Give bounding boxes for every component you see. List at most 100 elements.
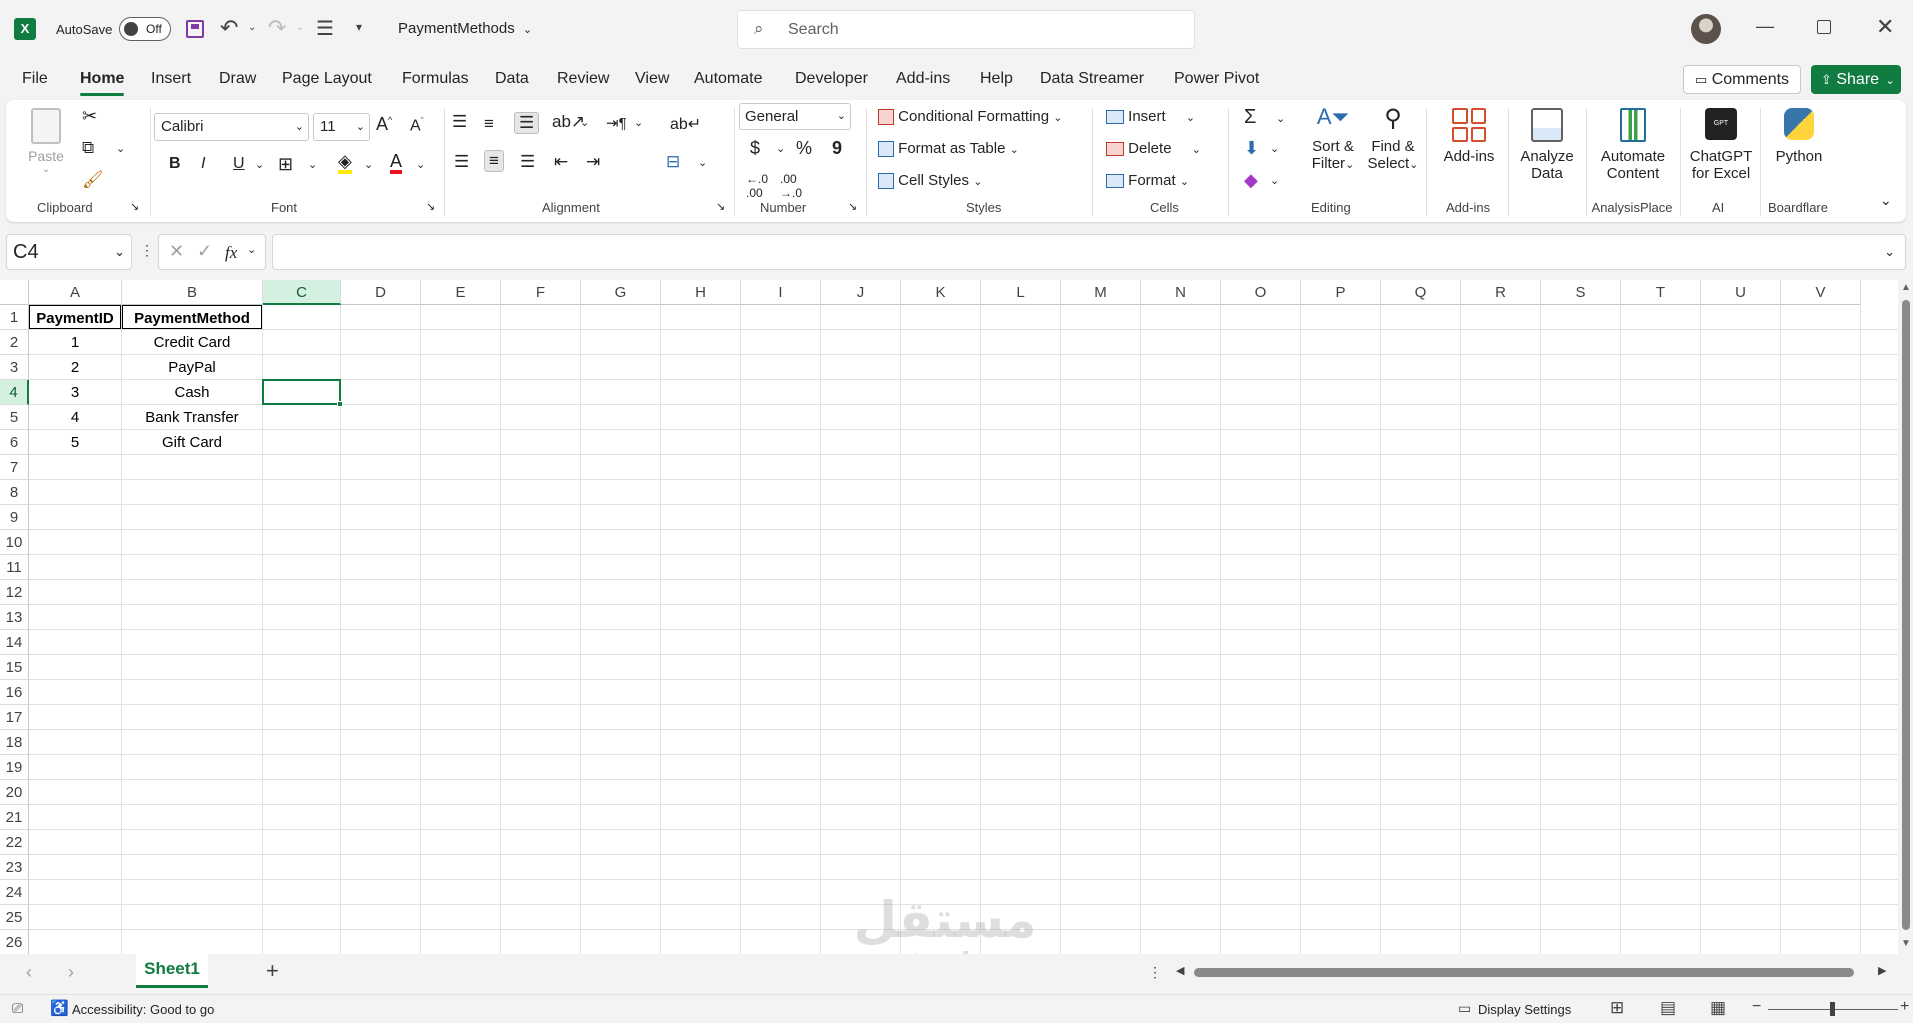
avatar[interactable] [1691,14,1721,44]
column-header-g[interactable]: G [581,280,661,305]
cell-b5[interactable]: Bank Transfer [122,405,262,429]
row-header-14[interactable]: 14 [0,630,29,655]
copy-icon[interactable]: ⧉ [82,138,94,158]
tab-file[interactable]: File [22,70,48,88]
active-cell-selection[interactable] [262,379,343,407]
worksheet-grid[interactable]: ABCDEFGHIJKLMNOPQRSTUV 1 2 3 4 5 6 7 8 9 10 11 12 13… [0,280,1898,954]
scroll-right-icon[interactable]: ▶ [1878,964,1886,977]
decrease-font-size-icon[interactable]: Aˇ [410,116,424,135]
tab-data[interactable]: Data [495,70,529,88]
add-ins-button[interactable]: Add-ins [1434,104,1504,165]
copy-dropdown-icon[interactable]: ⌄ [116,142,125,155]
row-header-22[interactable]: 22 [0,830,29,855]
tab-help[interactable]: Help [980,70,1013,88]
tab-page-layout[interactable]: Page Layout [282,70,372,88]
macro-record-icon[interactable]: ⎚ [12,1000,23,1017]
python-button[interactable]: Python [1764,104,1834,165]
restore-icon[interactable] [1817,20,1831,34]
tab-power-pivot[interactable]: Power Pivot [1174,70,1259,88]
paragraph-dropdown-icon[interactable]: ⌄ [634,116,643,129]
expand-formula-icon[interactable]: ⌄ [1884,235,1895,269]
column-header-m[interactable]: M [1061,280,1141,305]
customize-qat-icon[interactable]: ▾ [356,20,362,34]
scroll-left-icon[interactable]: ◀ [1176,964,1184,977]
row-header-19[interactable]: 19 [0,755,29,780]
increase-indent-icon[interactable]: ⇥ [586,152,600,172]
fill-handle[interactable] [337,401,343,407]
comments-button[interactable]: ▭ Comments [1683,65,1801,94]
font-name-select[interactable]: Calibri ⌄ [154,113,309,141]
cut-icon[interactable]: ✂ [82,106,97,127]
close-icon[interactable]: ✕ [1876,14,1894,40]
column-header-p[interactable]: P [1301,280,1381,305]
minimize-icon[interactable]: — [1756,16,1774,37]
column-header-a[interactable]: A [29,280,122,305]
font-color-icon[interactable]: A [390,152,403,174]
zoom-in-icon[interactable]: + [1900,998,1909,1016]
collapse-ribbon-icon[interactable]: ⌄ [1880,192,1892,209]
name-box[interactable]: C4 ⌄ [6,234,132,270]
column-header-j[interactable]: J [821,280,901,305]
column-header-n[interactable]: N [1141,280,1221,305]
wrap-text-icon[interactable]: ab↵ [670,114,701,134]
enter-icon[interactable]: ✓ [197,241,212,262]
delete-cells-button[interactable]: Delete ⌄ [1106,140,1201,157]
cell-a5[interactable]: 4 [29,405,121,429]
cancel-icon[interactable]: ✕ [169,241,184,262]
column-header-c[interactable]: C [263,280,341,305]
accessibility-icon[interactable]: ♿ [50,999,69,1017]
row-header-12[interactable]: 12 [0,580,29,605]
scroll-down-icon[interactable]: ▼ [1901,938,1911,949]
fill-color-icon[interactable]: ◈ [338,152,352,174]
column-header-u[interactable]: U [1701,280,1781,305]
row-header-18[interactable]: 18 [0,730,29,755]
header-cell-a1[interactable]: PaymentID [29,305,121,329]
column-header-q[interactable]: Q [1381,280,1461,305]
tab-insert[interactable]: Insert [151,70,191,88]
cell-styles-button[interactable]: Cell Styles ⌄ [878,172,982,190]
vertical-scrollbar[interactable]: ▲ ▼ [1898,280,1913,954]
column-header-i[interactable]: I [741,280,821,305]
comma-button[interactable]: 9 [832,138,842,159]
column-header-v[interactable]: V [1781,280,1861,305]
column-header-f[interactable]: F [501,280,581,305]
decrease-indent-icon[interactable]: ⇤ [554,152,568,172]
conditional-formatting-button[interactable]: Conditional Formatting ⌄ [878,108,1062,126]
underline-button[interactable]: U [233,155,245,173]
cell-a4[interactable]: 3 [29,380,121,404]
align-right-icon[interactable]: ☰ [520,152,535,172]
chatgpt-button[interactable]: GPT ChatGPT for Excel [1684,104,1758,182]
tab-data-streamer[interactable]: Data Streamer [1040,70,1144,88]
row-header-15[interactable]: 15 [0,655,29,680]
paragraph-direction-icon[interactable]: ⇥¶ [606,114,627,132]
row-header-24[interactable]: 24 [0,880,29,905]
tab-home[interactable]: Home [80,70,125,96]
column-header-s[interactable]: S [1541,280,1621,305]
merge-dropdown-icon[interactable]: ⌄ [698,156,707,169]
undo-icon[interactable]: ↶ [220,15,238,41]
scroll-up-icon[interactable]: ▲ [1901,282,1911,293]
prev-sheet-icon[interactable]: ‹ [26,962,32,983]
horizontal-scrollbar[interactable]: ◀ ▶ [1172,964,1898,980]
row-header-6[interactable]: 6 [0,430,29,455]
paste-button[interactable]: Paste ⌄ [24,108,68,188]
increase-decimal-icon[interactable]: ←.0.00 [746,172,768,200]
bold-button[interactable]: B [169,155,181,173]
row-header-5[interactable]: 5 [0,405,29,430]
more-options-icon[interactable]: ⋮ [140,242,154,259]
cell-a6[interactable]: 5 [29,430,121,454]
cell-b3[interactable]: PayPal [122,355,262,379]
insert-cells-button[interactable]: Insert ⌄ [1106,108,1195,125]
page-break-view-icon[interactable]: ▦ [1710,998,1726,1018]
tab-developer[interactable]: Developer [795,70,868,88]
cell-b4[interactable]: Cash [122,380,262,404]
row-header-25[interactable]: 25 [0,905,29,930]
row-header-3[interactable]: 3 [0,355,29,380]
tab-add-ins[interactable]: Add-ins [896,70,950,88]
clipboard-launcher-icon[interactable]: ↘ [130,200,139,213]
align-center-icon[interactable]: ≡ [484,150,504,172]
undo-dropdown-icon[interactable]: ⌄ [248,22,256,33]
column-header-l[interactable]: L [981,280,1061,305]
cell-b2[interactable]: Credit Card [122,330,262,354]
merge-center-icon[interactable]: ⊟ [666,152,680,172]
